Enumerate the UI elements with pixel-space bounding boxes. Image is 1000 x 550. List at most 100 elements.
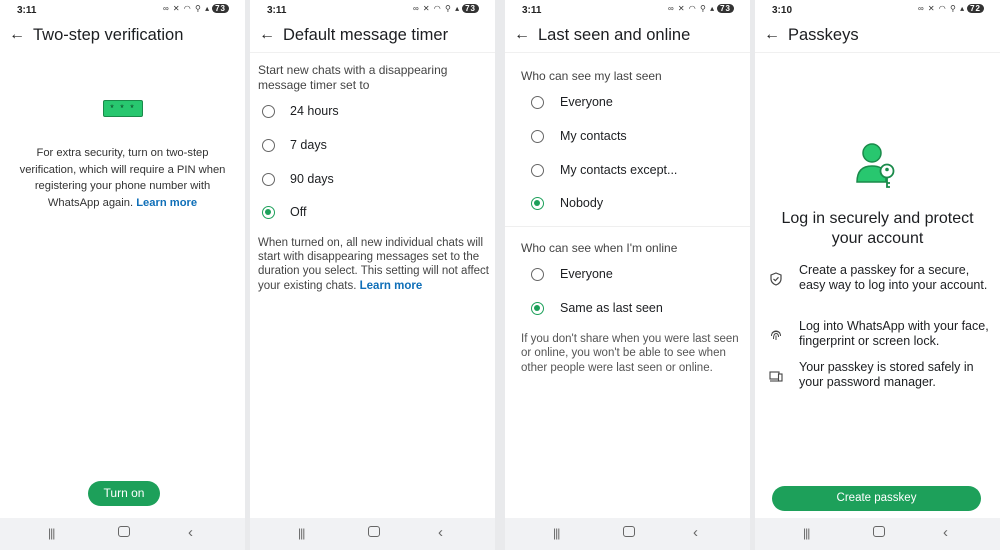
system-nav-bar: ||| ‹	[0, 518, 245, 550]
radio-button-selected[interactable]	[531, 302, 544, 315]
phone-two-step-verification: 3:11 ∞ ✕ ◠ ⚲ ▴ 73 ← Two-step verification…	[0, 0, 245, 550]
radio-button[interactable]	[262, 139, 275, 152]
status-system-icons: ∞ ✕ ◠ ⚲ ▴	[162, 4, 211, 13]
option-label: 90 days	[290, 172, 334, 186]
feature-text: Your passkey is stored safely in your pa…	[799, 360, 974, 389]
status-time: 3:11	[267, 5, 287, 16]
battery-badge: 72	[967, 4, 984, 13]
recents-icon[interactable]: |||	[298, 526, 305, 540]
radio-button[interactable]	[531, 268, 544, 281]
status-icons: ∞ ✕ ◠ ⚲ ▴ 73	[668, 4, 734, 13]
timer-option-7-days[interactable]: 7 days	[250, 138, 495, 167]
app-bar: ← Last seen and online	[505, 22, 750, 52]
radio-button[interactable]	[531, 164, 544, 177]
nav-back-icon[interactable]: ‹	[438, 524, 443, 541]
back-arrow-icon[interactable]: ←	[763, 26, 781, 44]
option-label: Everyone	[560, 267, 613, 281]
radio-button[interactable]	[531, 96, 544, 109]
description-text: When turned on, all new individual chats…	[258, 236, 490, 293]
status-bar: 3:10 ∞ ✕ ◠ ⚲ ▴ 72	[755, 0, 1000, 22]
section-divider	[505, 226, 750, 227]
online-option-same-as-last-seen[interactable]: Same as last seen	[505, 301, 750, 330]
last-seen-option-nobody[interactable]: Nobody	[505, 196, 750, 225]
radio-button-selected[interactable]	[262, 206, 275, 219]
app-bar: ← Two-step verification	[0, 22, 245, 52]
header-divider	[505, 52, 750, 53]
back-arrow-icon[interactable]: ←	[513, 26, 531, 44]
option-label: My contacts	[560, 129, 627, 143]
timer-option-off[interactable]: Off	[250, 205, 495, 234]
status-bar: 3:11 ∞ ✕ ◠ ⚲ ▴ 73	[0, 0, 245, 22]
header-divider	[755, 52, 1000, 53]
timer-option-24-hours[interactable]: 24 hours	[250, 104, 495, 133]
phone-default-message-timer: 3:11 ∞ ✕ ◠ ⚲ ▴ 73 ← Default message timer…	[250, 0, 495, 550]
learn-more-link[interactable]: Learn more	[136, 197, 197, 209]
fingerprint-icon	[769, 328, 783, 342]
battery-badge: 73	[462, 4, 479, 13]
option-label: Nobody	[560, 196, 604, 210]
last-seen-option-my-contacts-except[interactable]: My contacts except...	[505, 163, 750, 192]
nav-back-icon[interactable]: ‹	[188, 524, 193, 541]
devices-icon	[769, 369, 783, 383]
app-bar: ← Passkeys	[755, 22, 1000, 52]
turn-on-button[interactable]: Turn on	[88, 481, 160, 506]
last-seen-option-everyone[interactable]: Everyone	[505, 95, 750, 124]
status-system-icons: ∞ ✕ ◠ ⚲ ▴	[412, 4, 461, 13]
phone-passkeys: 3:10 ∞ ✕ ◠ ⚲ ▴ 72 ← Passkeys Log in secur…	[755, 0, 1000, 550]
radio-button[interactable]	[262, 105, 275, 118]
timer-option-90-days[interactable]: 90 days	[250, 172, 495, 201]
feature-text: Create a passkey for a secure, easy way …	[799, 263, 988, 292]
status-system-icons: ∞ ✕ ◠ ⚲ ▴	[917, 4, 966, 13]
create-passkey-button[interactable]: Create passkey	[772, 486, 981, 511]
app-bar: ← Default message timer	[250, 22, 495, 52]
home-icon[interactable]	[118, 526, 130, 537]
phone-last-seen-and-online: 3:11 ∞ ✕ ◠ ⚲ ▴ 73 ← Last seen and online …	[505, 0, 750, 550]
feature-text: Log into WhatsApp with your face, finger…	[799, 319, 989, 348]
pin-icon: * * *	[103, 100, 143, 117]
home-icon[interactable]	[623, 526, 635, 537]
status-icons: ∞ ✕ ◠ ⚲ ▴ 73	[163, 4, 229, 13]
passkey-heading: Log in securely and protect your account	[781, 210, 974, 247]
description-text: If you don't share when you were last se…	[521, 333, 739, 374]
option-label: My contacts except...	[560, 163, 678, 177]
status-icons: ∞ ✕ ◠ ⚲ ▴ 72	[918, 4, 984, 13]
option-label: 7 days	[290, 138, 327, 152]
home-icon[interactable]	[873, 526, 885, 537]
back-arrow-icon[interactable]: ←	[8, 26, 26, 44]
recents-icon[interactable]: |||	[803, 526, 810, 540]
section-header: Start new chats with a disappearing mess…	[258, 63, 448, 92]
online-section-header: Who can see when I'm online	[521, 241, 678, 255]
recents-icon[interactable]: |||	[553, 526, 560, 540]
battery-badge: 73	[212, 4, 229, 13]
nav-back-icon[interactable]: ‹	[943, 524, 948, 541]
back-arrow-icon[interactable]: ←	[258, 26, 276, 44]
status-time: 3:11	[17, 5, 37, 16]
home-icon[interactable]	[368, 526, 380, 537]
header-divider	[250, 52, 495, 53]
radio-button[interactable]	[531, 130, 544, 143]
system-nav-bar: ||| ‹	[755, 518, 1000, 550]
system-nav-bar: ||| ‹	[250, 518, 495, 550]
system-nav-bar: ||| ‹	[505, 518, 750, 550]
online-option-everyone[interactable]: Everyone	[505, 267, 750, 296]
status-time: 3:11	[522, 5, 542, 16]
learn-more-link[interactable]: Learn more	[360, 280, 423, 292]
battery-badge: 73	[717, 4, 734, 13]
description-text: For extra security, turn on two-step ver…	[15, 145, 230, 211]
page-title: Last seen and online	[538, 26, 691, 44]
nav-back-icon[interactable]: ‹	[693, 524, 698, 541]
status-bar: 3:11 ∞ ✕ ◠ ⚲ ▴ 73	[250, 0, 495, 22]
shield-check-icon	[769, 272, 783, 286]
option-label: Same as last seen	[560, 301, 663, 315]
recents-icon[interactable]: |||	[48, 526, 55, 540]
page-title: Default message timer	[283, 26, 449, 44]
option-label: 24 hours	[290, 104, 339, 118]
radio-button-selected[interactable]	[531, 197, 544, 210]
status-icons: ∞ ✕ ◠ ⚲ ▴ 73	[413, 4, 479, 13]
status-system-icons: ∞ ✕ ◠ ⚲ ▴	[667, 4, 716, 13]
last-seen-option-my-contacts[interactable]: My contacts	[505, 129, 750, 158]
screenshot-collage: 3:11 ∞ ✕ ◠ ⚲ ▴ 73 ← Two-step verification…	[0, 0, 1000, 550]
option-label: Off	[290, 205, 307, 219]
radio-button[interactable]	[262, 173, 275, 186]
passkey-person-key-icon	[856, 143, 895, 188]
